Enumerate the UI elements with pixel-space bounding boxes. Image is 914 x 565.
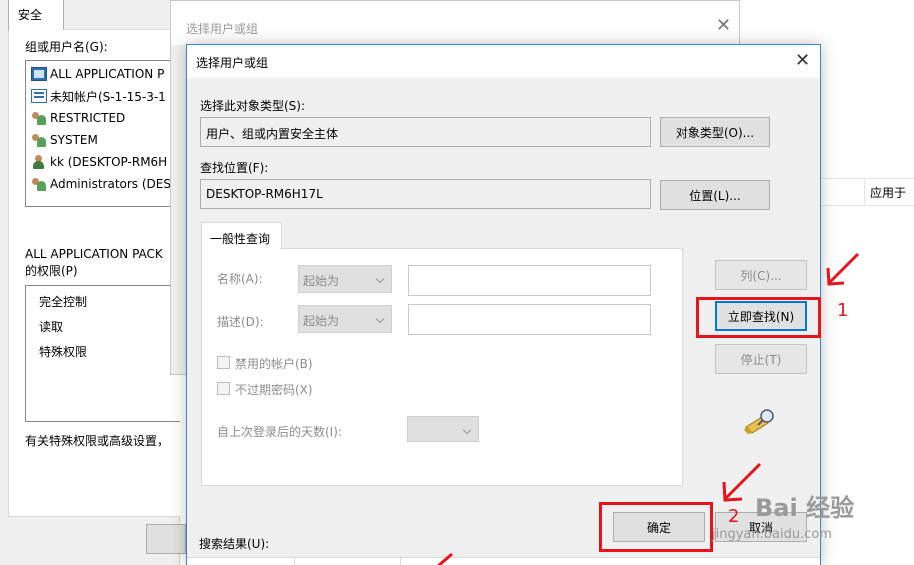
- dialog-title: 选择用户或组: [196, 56, 269, 70]
- name-mode-select[interactable]: 起始为: [298, 265, 392, 293]
- columns-button[interactable]: 列(C)...: [715, 260, 807, 290]
- permissions-label-line2: 的权限(P): [25, 264, 78, 278]
- user-item-label: SYSTEM: [50, 133, 98, 147]
- permissions-label: ALL APPLICATION PACK 的权限(P): [25, 246, 180, 280]
- disabled-accounts-checkbox[interactable]: [217, 356, 230, 369]
- watermark-logo: Bai 经验: [755, 494, 855, 522]
- group-icon: [31, 111, 47, 125]
- description-label: 描述(D):: [217, 315, 264, 329]
- background-dialog-button[interactable]: [146, 524, 186, 554]
- group-or-user-names-label: 组或用户名(G):: [25, 40, 108, 54]
- non-expiring-password-label: 不过期密码(X): [235, 383, 313, 397]
- list-item[interactable]: ALL APPLICATION P: [31, 63, 164, 85]
- watermark-url: jingyan.baidu.com: [712, 527, 832, 542]
- list-item[interactable]: Administrators (DES: [31, 173, 171, 195]
- description-input[interactable]: [408, 304, 651, 335]
- group-user-list[interactable]: ALL APPLICATION P 未知帐户(S-1-15-3-1 RESTRI…: [25, 60, 180, 207]
- permission-read: 读取: [39, 320, 64, 334]
- user-item-label: 未知帐户(S-1-15-3-1: [50, 89, 166, 104]
- locations-button[interactable]: 位置(L)...: [660, 180, 770, 210]
- search-flashlight-icon: [744, 409, 774, 434]
- column-divider: [400, 557, 401, 565]
- list-item[interactable]: RESTRICTED: [31, 107, 125, 129]
- disabled-accounts-label: 禁用的帐户(B): [235, 357, 313, 371]
- search-results-label: 搜索结果(U):: [199, 537, 270, 551]
- days-since-logon-label: 自上次登录后的天数(I):: [217, 425, 342, 439]
- group-icon: [31, 133, 47, 147]
- background-list-panel: [820, 44, 914, 565]
- title-bar: 选择用户或组 ✕: [171, 1, 739, 45]
- object-types-button[interactable]: 对象类型(O)...: [660, 117, 770, 147]
- search-results-header: [187, 557, 820, 565]
- user-item-label: Administrators (DES: [50, 177, 171, 191]
- chevron-down-icon: [462, 425, 472, 435]
- stop-button[interactable]: 停止(T): [715, 344, 807, 374]
- list-item[interactable]: 未知帐户(S-1-15-3-1: [31, 85, 166, 107]
- tab-general-query[interactable]: 一般性查询: [201, 222, 282, 249]
- list-item[interactable]: kk (DESKTOP-RM6H: [31, 151, 167, 173]
- arrow-annotation-icon: [826, 252, 860, 286]
- object-type-field: 用户、组或内置安全主体: [200, 117, 651, 147]
- step-number-2: 2: [728, 506, 740, 527]
- highlight-find-now: [696, 297, 821, 338]
- user-icon: [31, 155, 47, 169]
- permissions-label-line1: ALL APPLICATION PACK: [25, 247, 163, 261]
- days-since-logon-select[interactable]: [407, 416, 479, 442]
- title-bar: 选择用户或组 ✕: [187, 45, 820, 78]
- column-header-applies-to[interactable]: 应用于: [870, 184, 906, 201]
- column-divider: [294, 557, 295, 565]
- user-item-label: ALL APPLICATION P: [50, 67, 165, 81]
- location-field: DESKTOP-RM6H17L: [200, 179, 651, 209]
- chevron-down-icon: [375, 314, 385, 324]
- object-type-label: 选择此对象类型(S):: [200, 99, 306, 113]
- close-icon[interactable]: ✕: [716, 15, 731, 36]
- close-icon[interactable]: ✕: [795, 50, 810, 71]
- name-label: 名称(A):: [217, 272, 263, 286]
- name-mode-value: 起始为: [303, 274, 340, 288]
- column-divider: [864, 178, 865, 206]
- app-package-icon: [31, 67, 47, 81]
- chevron-down-icon: [375, 274, 385, 284]
- location-label: 查找位置(F):: [200, 161, 269, 175]
- advanced-settings-text: 有关特殊权限或高级设置，: [25, 434, 170, 448]
- user-item-label: RESTRICTED: [50, 111, 126, 125]
- dialog-title: 选择用户或组: [186, 22, 259, 36]
- permission-full-control: 完全控制: [39, 295, 88, 309]
- user-item-label: kk (DESKTOP-RM6H: [50, 155, 168, 169]
- name-input[interactable]: [408, 265, 651, 296]
- permission-special: 特殊权限: [39, 345, 88, 359]
- group-icon: [31, 177, 47, 191]
- non-expiring-password-checkbox[interactable]: [217, 382, 230, 395]
- permissions-list[interactable]: 完全控制 读取 特殊权限: [25, 285, 180, 422]
- list-item[interactable]: SYSTEM: [31, 129, 98, 151]
- arrow-annotation-icon: [437, 552, 453, 565]
- unknown-account-icon: [31, 89, 47, 103]
- step-number-1: 1: [837, 300, 849, 321]
- highlight-ok: [599, 502, 713, 552]
- description-mode-select[interactable]: 起始为: [298, 305, 392, 333]
- tab-security[interactable]: 安全: [8, 0, 64, 30]
- description-mode-value: 起始为: [303, 314, 340, 328]
